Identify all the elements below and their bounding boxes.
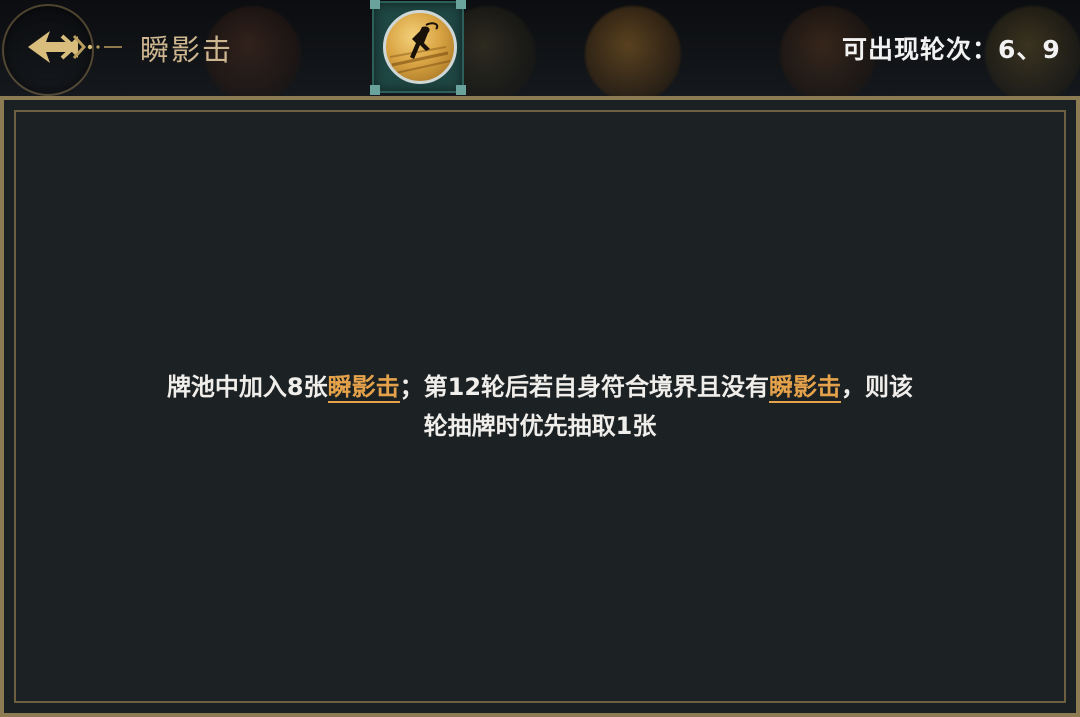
skill-dash-figure-icon xyxy=(383,10,457,84)
frame-corner xyxy=(456,85,466,95)
ornate-arrow-left-icon xyxy=(28,31,122,63)
page-title: 瞬影击 xyxy=(140,33,234,67)
available-rounds-label: 可出现轮次：6、9 xyxy=(842,35,1061,64)
back-button[interactable] xyxy=(22,22,132,72)
keyword-link-skill[interactable]: 瞬影击 xyxy=(327,373,400,403)
frame-corner xyxy=(370,0,380,9)
frame-corner xyxy=(370,85,380,95)
description-text: ；第12轮后若自身符合境界且没有 xyxy=(399,373,770,401)
skill-icon-frame[interactable] xyxy=(370,0,466,95)
card-detail-screen: 瞬影击 可出现轮次：6、9 牌池中加入8张瞬影击；第12轮后若自身符合境界且没有… xyxy=(0,0,1080,717)
keyword-link-skill[interactable]: 瞬影击 xyxy=(769,373,842,403)
card-description: 牌池中加入8张瞬影击；第12轮后若自身符合境界且没有瞬影击，则该 轮抽牌时优先抽… xyxy=(56,368,1024,446)
description-text: 牌池中加入8张 xyxy=(166,373,328,401)
background-card-orb xyxy=(585,6,681,96)
description-panel: 牌池中加入8张瞬影击；第12轮后若自身符合境界且没有瞬影击，则该 轮抽牌时优先抽… xyxy=(0,96,1080,717)
description-panel-inner: 牌池中加入8张瞬影击；第12轮后若自身符合境界且没有瞬影击，则该 轮抽牌时优先抽… xyxy=(14,110,1066,703)
top-bar: 瞬影击 可出现轮次：6、9 xyxy=(0,0,1080,96)
frame-corner xyxy=(456,0,466,9)
